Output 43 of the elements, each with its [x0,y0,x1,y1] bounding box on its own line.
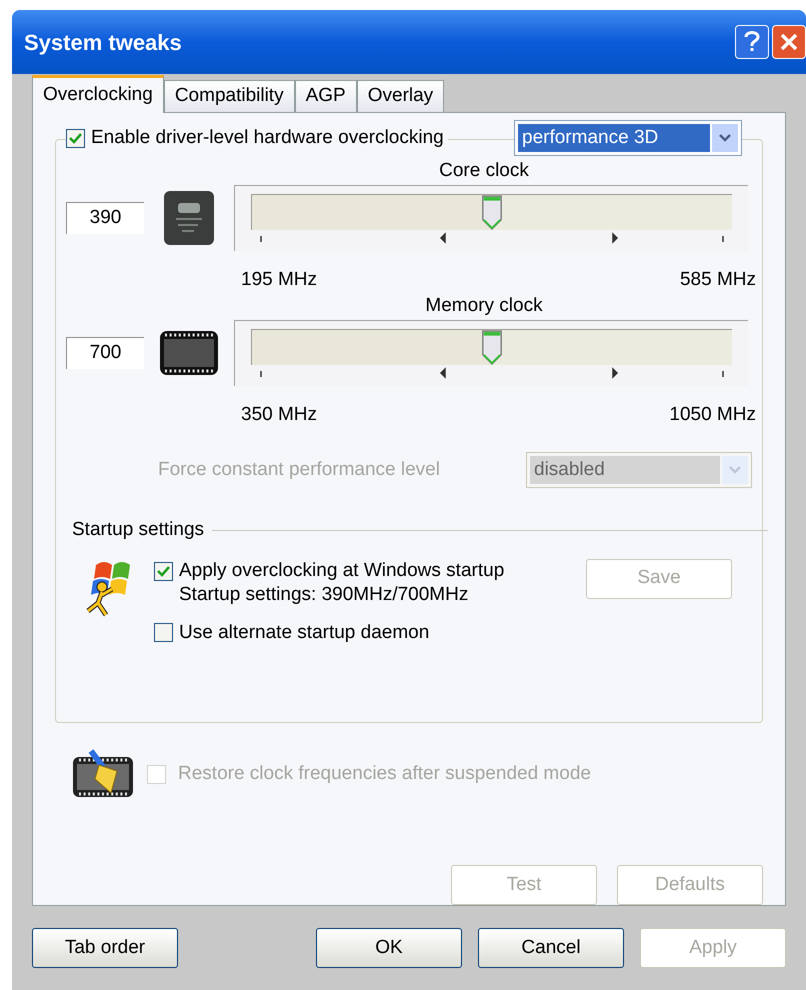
max-label: 585 MHz [680,269,756,291]
help-button[interactable] [735,25,769,59]
min-label: 350 MHz [241,404,318,426]
dropdown-value: disabled [530,456,720,484]
setting-label: Force constant performance level [158,458,441,482]
tick-marks-icon [259,367,725,379]
slider[interactable] [234,320,748,386]
slider[interactable] [234,185,748,251]
checkbox-label: Use alternate startup daemon [179,620,430,644]
tab[interactable]: AGP [294,80,357,112]
checkbox[interactable] [66,128,85,148]
button[interactable]: Cancel [478,928,624,968]
window-title: System tweaks [24,28,183,57]
checkbox-label: Restore clock frequencies after suspended mode [178,762,591,786]
slider-title: Core clock [439,160,529,182]
slider-thumb[interactable] [481,195,503,230]
memory-chip-icon [159,330,219,376]
min-label: 195 MHz [241,269,318,291]
slider-title: Memory clock [425,295,543,317]
chip-icon [162,189,216,247]
value-field[interactable]: 390 [66,202,144,234]
tab[interactable]: Overclocking [32,75,164,113]
chevron-icon [719,134,731,142]
dropdown-value: performance 3D [518,124,710,152]
help-icon [744,31,760,53]
close-icon [779,32,799,52]
chevron-icon [729,466,741,474]
button[interactable]: OK [316,928,462,968]
checkbox-label: Apply overclocking at Windows startup [179,558,504,582]
max-label: 1050 MHz [669,404,756,426]
button[interactable]: Tab order [32,928,178,968]
tab[interactable]: Compatibility [164,80,295,112]
checkbox-label: Enable driver-level hardware overclocking [91,126,444,150]
value-field[interactable]: 700 [66,337,144,369]
tab[interactable]: Overlay [356,80,444,112]
profile-dropdown[interactable]: performance 3D [514,120,742,156]
slider-thumb[interactable] [481,330,503,365]
film-broom-icon [71,749,135,799]
startup-summary: Startup settings: 390MHz/700MHz [179,582,470,606]
checkbox[interactable] [154,562,173,580]
checkbox[interactable] [154,623,173,642]
tick-marks-icon [259,232,725,244]
close-button[interactable] [772,25,806,59]
